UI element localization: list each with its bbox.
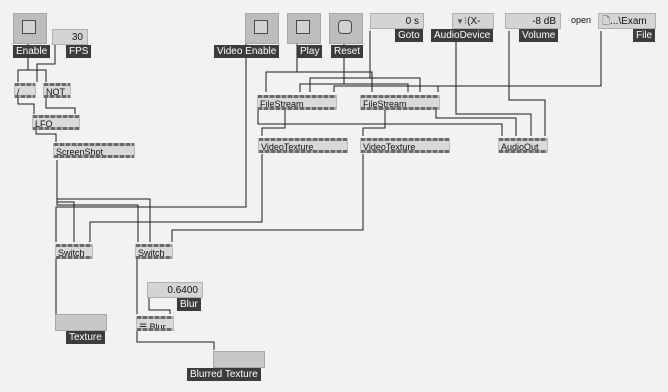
- document-icon: 🗋: [602, 16, 611, 27]
- videotexture-object-1[interactable]: VideoTexture: [258, 138, 348, 153]
- file-path-box[interactable]: 🗋...\Exam: [598, 13, 656, 29]
- texture-label: Texture: [66, 331, 105, 344]
- blur-number-box[interactable]: 0.6400: [147, 282, 203, 298]
- bang-icon: [338, 20, 352, 34]
- triangle-down-icon: ▼: [456, 17, 464, 26]
- toggle-box-icon: [296, 20, 310, 34]
- fps-number-box[interactable]: 30: [52, 29, 88, 45]
- blur-label: Blur: [177, 298, 201, 311]
- audioout-object[interactable]: AudioOut: [498, 138, 548, 153]
- blurred-texture-display[interactable]: [213, 351, 265, 368]
- play-label: Play: [297, 45, 323, 58]
- audio-device-dropdown[interactable]: ▼⁝(X-Fi): [452, 13, 494, 42]
- divide-object[interactable]: /: [14, 83, 36, 98]
- toggle-box-icon: [254, 20, 268, 34]
- file-open-prefix: open: [571, 15, 592, 25]
- switch-object-1[interactable]: Switch: [55, 244, 93, 259]
- fps-label: FPS: [66, 45, 92, 58]
- goto-label: Goto: [395, 29, 423, 42]
- reset-label: Reset: [331, 45, 364, 58]
- toggle-box-icon: [22, 20, 36, 34]
- audio-device-label: AudioDevice: [431, 29, 494, 42]
- volume-number-box[interactable]: -8 dB: [505, 13, 561, 29]
- goto-number-box[interactable]: 0 s: [370, 13, 424, 29]
- enable-label: Enable: [13, 45, 51, 58]
- screenshot-object[interactable]: ScreenShot: [53, 143, 135, 158]
- sliders-icon: ☰: [139, 322, 148, 332]
- volume-label: Volume: [519, 29, 559, 42]
- blur-object[interactable]: ☰ Blur: [136, 316, 174, 332]
- video-enable-label: Video Enable: [214, 45, 280, 58]
- reset-button[interactable]: [329, 13, 363, 44]
- lfo-object[interactable]: LFO: [32, 115, 80, 130]
- blurred-texture-label: Blurred Texture: [187, 368, 261, 381]
- filestream-object-1[interactable]: FileStream: [257, 95, 337, 110]
- not-object[interactable]: NOT: [43, 83, 71, 98]
- play-toggle[interactable]: [287, 13, 321, 44]
- videotexture-object-2[interactable]: VideoTexture: [360, 138, 450, 153]
- video-enable-toggle[interactable]: [245, 13, 279, 44]
- file-label: File: [633, 29, 656, 42]
- texture-display[interactable]: [55, 314, 107, 331]
- enable-toggle[interactable]: [13, 13, 47, 44]
- filestream-object-2[interactable]: FileStream: [360, 95, 440, 110]
- switch-object-2[interactable]: Switch: [135, 244, 173, 259]
